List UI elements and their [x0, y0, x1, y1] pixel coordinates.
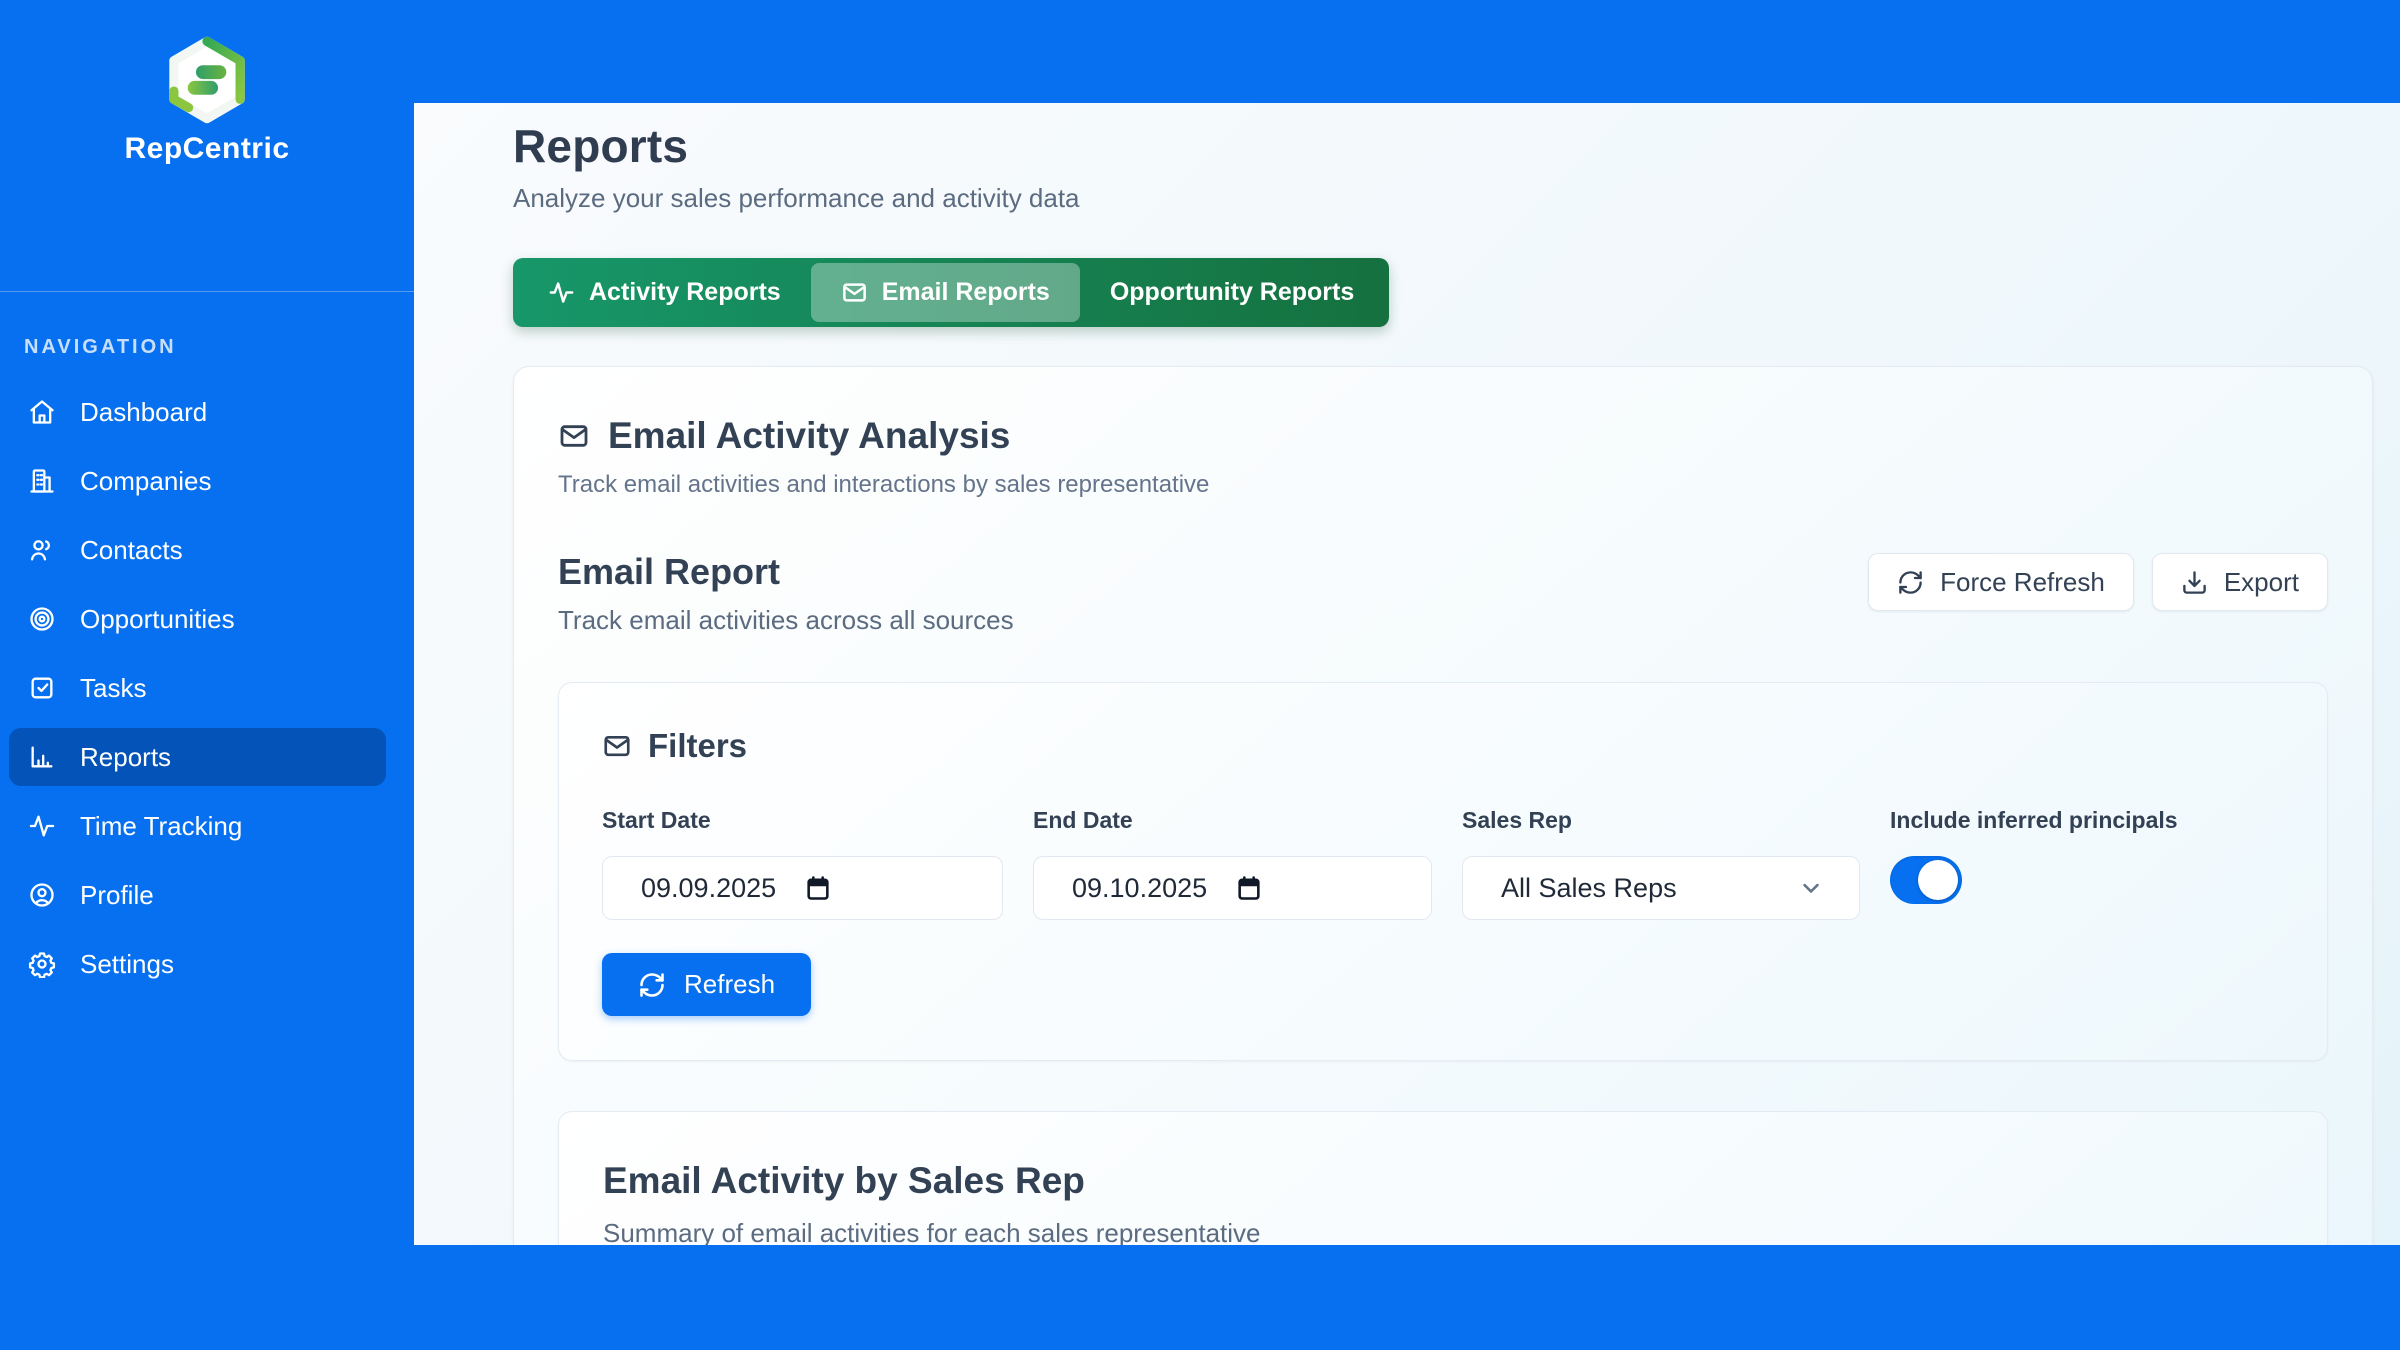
tab-label: Activity Reports	[589, 278, 781, 307]
refresh-icon	[638, 971, 666, 999]
report-heading-group: Email Report Track email activities acro…	[558, 551, 1014, 636]
calendar-icon[interactable]	[804, 874, 832, 902]
page-title: Reports	[513, 119, 2373, 173]
sales-rep-select[interactable]: All Sales Reps	[1462, 856, 1860, 920]
mail-icon	[558, 420, 590, 452]
start-date-field: Start Date 09.09.2025	[602, 807, 1003, 920]
sidebar: RepCentric NAVIGATION Dashboard Companies…	[0, 0, 414, 1350]
include-inferred-field: Include inferred principals	[1890, 807, 2285, 920]
sidebar-item-label: Time Tracking	[80, 811, 242, 842]
sales-rep-value: All Sales Reps	[1501, 873, 1677, 904]
end-date-value: 09.10.2025	[1072, 873, 1207, 904]
start-date-value: 09.09.2025	[641, 873, 776, 904]
export-button[interactable]: Export	[2152, 553, 2328, 611]
filters-card: Filters Start Date 09.09.2025 End Date 0…	[558, 682, 2328, 1061]
chevron-down-icon	[1797, 874, 1825, 902]
section-title: Email Activity by Sales Rep	[603, 1160, 2283, 1202]
bar-chart-icon	[28, 743, 56, 771]
logo-block: RepCentric	[0, 0, 414, 292]
email-analysis-panel: Email Activity Analysis Track email acti…	[513, 366, 2373, 1245]
end-date-field: End Date 09.10.2025	[1033, 807, 1432, 920]
tab-activity-reports[interactable]: Activity Reports	[518, 263, 811, 322]
email-activity-section: Email Activity by Sales Rep Summary of e…	[558, 1111, 2328, 1245]
gear-icon	[28, 950, 56, 978]
sidebar-item-label: Tasks	[80, 673, 146, 704]
start-date-input[interactable]: 09.09.2025	[602, 856, 1003, 920]
repcentric-logo-icon	[161, 34, 253, 126]
sidebar-item-label: Settings	[80, 949, 174, 980]
app-frame: RepCentric NAVIGATION Dashboard Companies…	[0, 0, 2400, 1350]
include-inferred-label: Include inferred principals	[1890, 807, 2285, 834]
mail-icon	[602, 731, 632, 761]
sidebar-item-profile[interactable]: Profile	[9, 866, 386, 924]
force-refresh-button[interactable]: Force Refresh	[1868, 553, 2134, 611]
sidebar-item-time-tracking[interactable]: Time Tracking	[9, 797, 386, 855]
refresh-button[interactable]: Refresh	[602, 953, 811, 1016]
sidebar-item-settings[interactable]: Settings	[9, 935, 386, 993]
home-icon	[28, 398, 56, 426]
panel-title: Email Activity Analysis	[608, 415, 1010, 457]
refresh-label: Refresh	[684, 969, 775, 1000]
mail-icon	[841, 279, 868, 306]
activity-icon	[548, 279, 575, 306]
sidebar-item-tasks[interactable]: Tasks	[9, 659, 386, 717]
toggle-knob	[1918, 860, 1958, 900]
nav-section-label: NAVIGATION	[24, 336, 414, 359]
start-date-label: Start Date	[602, 807, 1003, 834]
building-icon	[28, 467, 56, 495]
sales-rep-label: Sales Rep	[1462, 807, 1860, 834]
filters-header: Filters	[602, 727, 2285, 765]
sales-rep-field: Sales Rep All Sales Reps	[1462, 807, 1860, 920]
filter-grid: Start Date 09.09.2025 End Date 09.10.202…	[602, 807, 2285, 920]
report-tabbar: Activity Reports Email Reports Opportunity…	[513, 258, 1389, 327]
page-subtitle: Analyze your sales performance and activ…	[513, 183, 2373, 214]
end-date-input[interactable]: 09.10.2025	[1033, 856, 1432, 920]
section-subtitle: Summary of email activities for each sal…	[603, 1218, 2283, 1245]
tab-label: Email Reports	[882, 278, 1050, 307]
export-label: Export	[2224, 567, 2299, 598]
download-icon	[2181, 569, 2208, 596]
sidebar-item-label: Companies	[80, 466, 212, 497]
report-header-row: Email Report Track email activities acro…	[558, 551, 2328, 636]
refresh-icon	[1897, 569, 1924, 596]
end-date-label: End Date	[1033, 807, 1432, 834]
sidebar-item-contacts[interactable]: Contacts	[9, 521, 386, 579]
sidebar-item-label: Contacts	[80, 535, 183, 566]
users-icon	[28, 536, 56, 564]
sidebar-item-label: Profile	[80, 880, 154, 911]
tab-email-reports[interactable]: Email Reports	[811, 263, 1080, 322]
check-square-icon	[28, 674, 56, 702]
sidebar-item-opportunities[interactable]: Opportunities	[9, 590, 386, 648]
force-refresh-label: Force Refresh	[1940, 567, 2105, 598]
include-inferred-toggle[interactable]	[1890, 856, 1962, 904]
sidebar-item-label: Dashboard	[80, 397, 207, 428]
report-title: Email Report	[558, 551, 1014, 593]
sidebar-item-companies[interactable]: Companies	[9, 452, 386, 510]
calendar-icon[interactable]	[1235, 874, 1263, 902]
panel-subtitle: Track email activities and interactions …	[558, 471, 2328, 499]
sidebar-item-label: Opportunities	[80, 604, 235, 635]
sidebar-item-label: Reports	[80, 742, 171, 773]
target-icon	[28, 605, 56, 633]
activity-icon	[28, 812, 56, 840]
panel-header: Email Activity Analysis	[558, 415, 2328, 457]
sidebar-item-dashboard[interactable]: Dashboard	[9, 383, 386, 441]
brand-name: RepCentric	[124, 132, 289, 166]
report-subtitle: Track email activities across all source…	[558, 605, 1014, 636]
report-actions: Force Refresh Export	[1868, 551, 2328, 611]
nav-list: Dashboard Companies Contacts Opportunities T…	[0, 383, 414, 993]
user-circle-icon	[28, 881, 56, 909]
main-content: Reports Analyze your sales performance a…	[414, 103, 2400, 1245]
tab-label: Opportunity Reports	[1110, 278, 1354, 307]
tab-opportunity-reports[interactable]: Opportunity Reports	[1080, 263, 1384, 322]
sidebar-item-reports[interactable]: Reports	[9, 728, 386, 786]
filters-title: Filters	[648, 727, 747, 765]
